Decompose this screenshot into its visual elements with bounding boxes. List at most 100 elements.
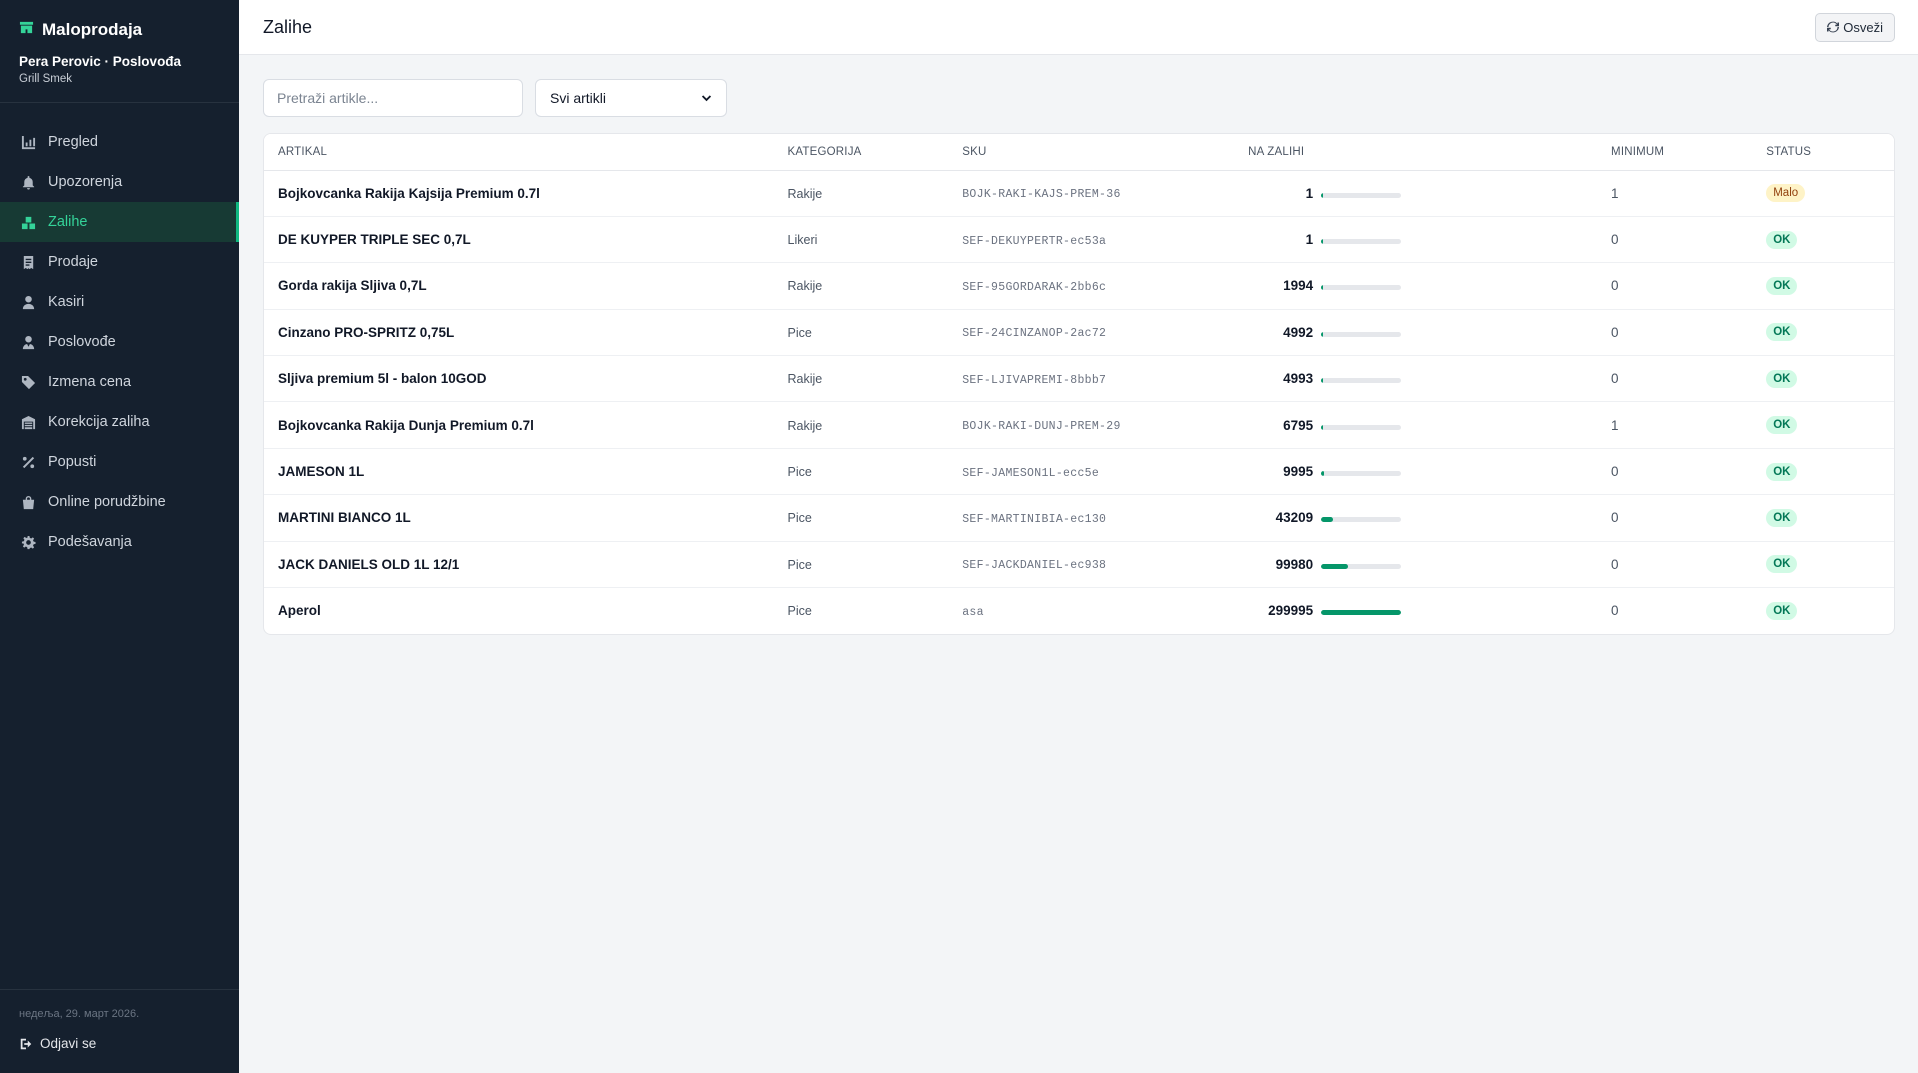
sidebar-item-popusti[interactable]: Popusti <box>0 442 239 482</box>
sidebar-item-online-porudžbine[interactable]: Online porudžbine <box>0 482 239 522</box>
item-sku: SEF-JACKDANIEL-ec938 <box>962 559 1107 573</box>
cell-sku: BOJK-RAKI-DUNJ-PREM-29 <box>948 401 1235 449</box>
table-row[interactable]: Bojkovcanka Rakija Kajsija Premium 0.7l R… <box>264 170 1894 217</box>
column-header-na-zalihi: NA ZALIHI <box>1234 134 1598 171</box>
table-row[interactable]: MARTINI BIANCO 1L Pice SEF-MARTINIBIA-ec13… <box>264 494 1894 542</box>
cell-item-name: MARTINI BIANCO 1L <box>264 494 774 542</box>
cell-minimum: 0 <box>1597 355 1753 403</box>
stock-level-bar <box>1321 331 1402 337</box>
cell-item-name: DE KUYPER TRIPLE SEC 0,7L <box>264 216 774 264</box>
stock-filter-select[interactable]: Svi artikli <box>535 79 727 117</box>
cell-status: OK <box>1752 541 1894 589</box>
sidebar-item-pregled[interactable]: Pregled <box>0 122 239 162</box>
table-row[interactable]: Cinzano PRO-SPRITZ 0,75L Pice SEF-24CINZAN… <box>264 309 1894 357</box>
cell-minimum: 0 <box>1597 541 1753 589</box>
cell-category: Rakije <box>773 401 949 449</box>
table-body: Bojkovcanka Rakija Kajsija Premium 0.7l R… <box>264 170 1894 634</box>
stock-quantity: 4992 <box>1283 324 1314 340</box>
cell-category: Likeri <box>773 216 949 264</box>
cell-category: Pice <box>773 541 949 589</box>
item-sku: SEF-DEKUYPERTR-ec53a <box>962 234 1107 248</box>
stock-quantity: 6795 <box>1283 417 1314 433</box>
chevron-down-icon <box>701 94 712 101</box>
item-sku: SEF-24CINZANOP-2ac72 <box>962 327 1107 341</box>
item-name: DE KUYPER TRIPLE SEC 0,7L <box>278 232 471 248</box>
stock-quantity: 99980 <box>1275 556 1314 572</box>
sidebar-item-podešavanja[interactable]: Podešavanja <box>0 522 239 562</box>
column-header-artikal: ARTIKAL <box>264 134 774 171</box>
table-row[interactable]: Aperol Pice asa 299995 0 OK <box>264 588 1894 634</box>
sidebar-item-label: Zalihe <box>48 214 88 230</box>
cell-item-name: Bojkovcanka Rakija Kajsija Premium 0.7l <box>264 170 774 217</box>
status-badge: OK <box>1766 508 1798 527</box>
table-row[interactable]: JAMESON 1L Pice SEF-JAMESON1L-ecc5e 9995 0 OK <box>264 448 1894 496</box>
cell-sku: SEF-JACKDANIEL-ec938 <box>948 541 1235 589</box>
sidebar-item-korekcija-zaliha[interactable]: Korekcija zaliha <box>0 402 239 442</box>
sidebar-item-poslovođe[interactable]: Poslovođe <box>0 322 239 362</box>
stock-quantity: 43209 <box>1275 510 1314 526</box>
sidebar-item-zalihe[interactable]: Zalihe <box>0 202 239 242</box>
stock-level-fill <box>1321 378 1324 384</box>
sidebar-item-upozorenja[interactable]: Upozorenja <box>0 162 239 202</box>
stock-quantity: 4993 <box>1283 371 1314 387</box>
table-row[interactable]: JACK DANIELS OLD 1L 12/1 Pice SEF-JACKDANI… <box>264 541 1894 589</box>
minimum-quantity: 1 <box>1611 417 1619 433</box>
table-row[interactable]: Gorda rakija Sljiva 0,7L Rakije SEF-95GORD… <box>264 262 1894 310</box>
cell-stock: 9995 <box>1234 448 1598 496</box>
cell-minimum: 0 <box>1597 588 1752 634</box>
table-row[interactable]: Sljiva premium 5l - balon 10GOD Rakije SEF… <box>264 355 1894 403</box>
cell-status: OK <box>1752 216 1894 264</box>
stock-level-fill <box>1321 517 1334 523</box>
minimum-quantity: 1 <box>1611 185 1619 201</box>
stock-level-fill <box>1321 192 1324 198</box>
gear-icon <box>20 534 36 550</box>
item-sku: BOJK-RAKI-KAJS-PREM-36 <box>962 188 1121 202</box>
item-category: Rakije <box>787 279 823 294</box>
brand-title: Maloprodaja <box>19 20 220 40</box>
stock-level-bar <box>1321 424 1402 430</box>
stock-quantity: 1994 <box>1283 278 1314 294</box>
sidebar-item-label: Popusti <box>48 454 97 470</box>
current-date: недеља, 29. март 2026. <box>19 1008 140 1020</box>
cell-item-name: Bojkovcanka Rakija Dunja Premium 0.7l <box>264 401 774 449</box>
warehouse-icon <box>20 414 36 430</box>
shopping-bag-icon <box>20 494 36 510</box>
sidebar-item-izmena-cena[interactable]: Izmena cena <box>0 362 239 402</box>
stock-level-fill <box>1321 424 1324 430</box>
cell-item-name: Sljiva premium 5l - balon 10GOD <box>264 355 774 403</box>
sidebar-item-prodaje[interactable]: Prodaje <box>0 242 239 282</box>
cell-sku: SEF-MARTINIBIA-ec130 <box>948 494 1235 542</box>
content: Svi artikli ARTIKALKATEGORIJASKUNA ZALIH… <box>239 55 1918 635</box>
table-row[interactable]: DE KUYPER TRIPLE SEC 0,7L Likeri SEF-DEKUY… <box>264 216 1894 264</box>
item-category: Pice <box>787 511 812 526</box>
cell-stock: 6795 <box>1234 401 1598 449</box>
item-sku: SEF-LJIVAPREMI-8bbb7 <box>962 373 1107 387</box>
cell-sku: asa <box>948 588 1234 634</box>
stock-level-fill <box>1321 563 1349 569</box>
refresh-label: Osveži <box>1843 19 1883 35</box>
cell-minimum: 0 <box>1597 494 1753 542</box>
sidebar: Maloprodaja Pera Perovic · Poslovođa Gri… <box>0 0 239 1073</box>
cell-category: Pice <box>773 448 949 496</box>
stock-level-fill <box>1321 610 1402 616</box>
sidebar-footer: недеља, 29. март 2026. Odjavi se <box>0 989 239 1073</box>
refresh-button[interactable]: Osveži <box>1815 12 1895 42</box>
brand-name: Maloprodaja <box>42 20 143 39</box>
sidebar-item-kasiri[interactable]: Kasiri <box>0 282 239 322</box>
table-row[interactable]: Bojkovcanka Rakija Dunja Premium 0.7l Rak… <box>264 401 1894 449</box>
user-tie-icon <box>20 334 36 350</box>
sign-out-icon <box>20 1038 32 1049</box>
item-category: Pice <box>787 325 812 340</box>
search-input[interactable] <box>263 79 523 117</box>
inventory-table: ARTIKAL KATEGORIJA SKU NA ZALIHI MINIMUM STAT… <box>264 134 1894 634</box>
item-name: Cinzano PRO-SPRITZ 0,75L <box>278 324 455 340</box>
stock-level-fill <box>1321 239 1324 245</box>
minimum-quantity: 0 <box>1611 371 1619 387</box>
cell-category: Pice <box>773 309 949 357</box>
cell-stock: 299995 <box>1234 588 1597 634</box>
cell-status: OK <box>1752 588 1894 634</box>
item-name: Aperol <box>278 603 321 619</box>
status-badge: OK <box>1766 601 1798 620</box>
item-category: Rakije <box>787 186 823 201</box>
logout-button[interactable]: Odjavi se <box>19 1036 220 1051</box>
